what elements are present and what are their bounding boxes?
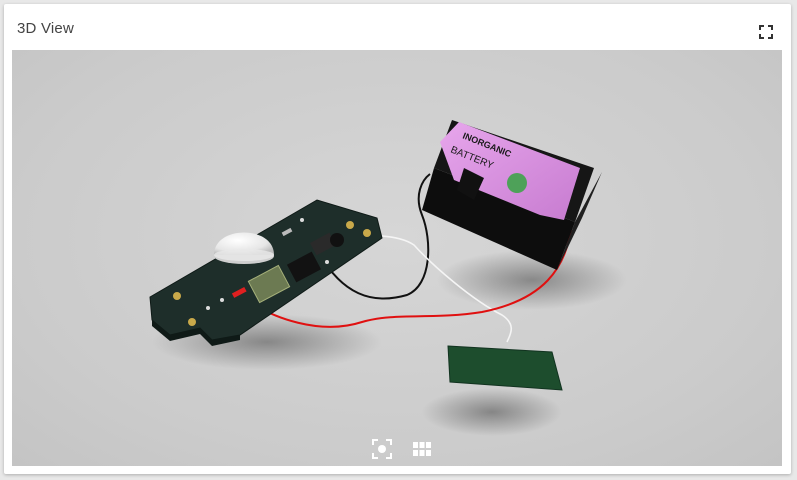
fullscreen-icon [759, 25, 773, 39]
grid-view-button[interactable] [411, 438, 433, 460]
antenna-shadow [422, 388, 562, 436]
antenna-plate [447, 345, 563, 391]
grid-view-icon [413, 442, 431, 456]
battery-holder: INORGANIC BATTERY [422, 120, 602, 270]
battery-shadow [437, 250, 627, 310]
focus-view-button[interactable] [371, 438, 393, 460]
3d-view-panel: 3D View INORGANIC BATTERY [4, 4, 791, 474]
fullscreen-button[interactable] [758, 24, 774, 40]
panel-title: 3D View [17, 20, 74, 37]
3d-scene[interactable]: INORGANIC BATTERY [12, 50, 782, 466]
3d-viewport[interactable]: INORGANIC BATTERY [12, 50, 782, 466]
focus-view-icon [372, 439, 392, 459]
